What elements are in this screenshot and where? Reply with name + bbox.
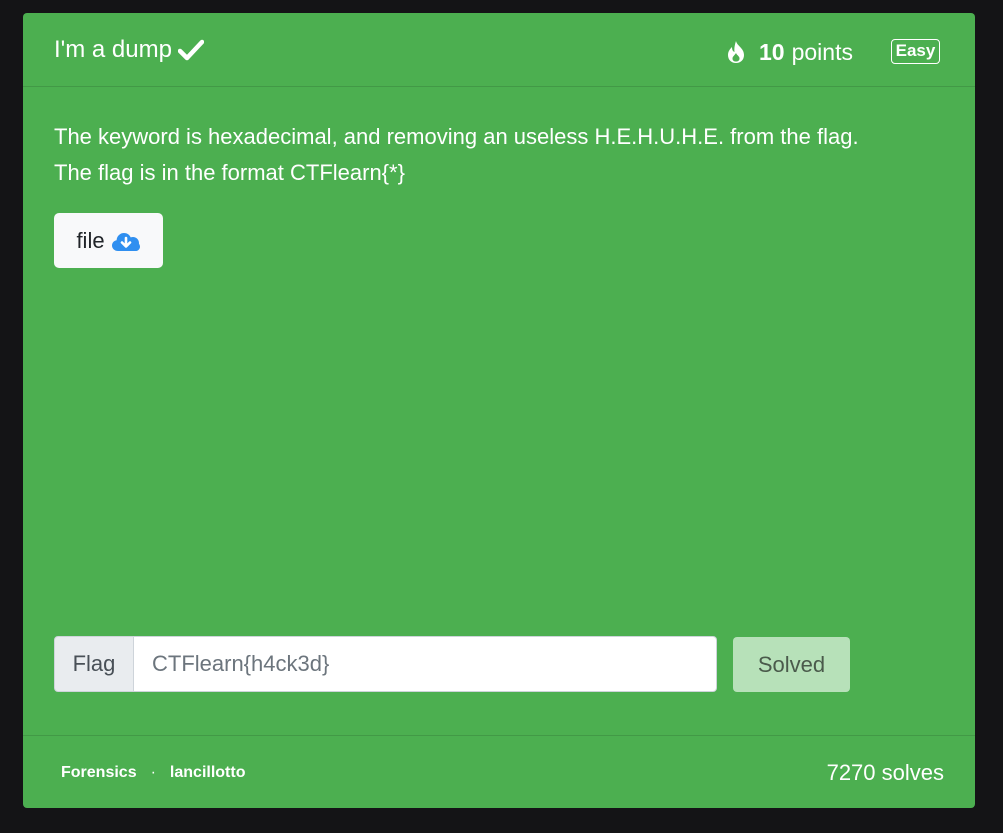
download-file-button[interactable]: file xyxy=(54,213,163,268)
description-line: The keyword is hexadecimal, and removing… xyxy=(54,124,859,149)
flag-label: Flag xyxy=(54,636,134,692)
card-header: I'm a dump 10 points Easy xyxy=(23,13,975,87)
challenge-title: I'm a dump xyxy=(54,35,204,65)
solves-count: 7270 solves xyxy=(826,760,944,785)
solved-button[interactable]: Solved xyxy=(733,637,850,692)
flag-input[interactable] xyxy=(134,636,717,692)
challenge-title-text: I'm a dump xyxy=(54,36,172,63)
challenge-meta: Forensics · lancillotto xyxy=(61,764,245,782)
check-icon xyxy=(177,39,204,61)
file-button-label: file xyxy=(76,227,105,253)
description-line: The flag is in the format CTFlearn{*} xyxy=(54,160,405,185)
author-link[interactable]: lancillotto xyxy=(170,764,246,782)
points-value: 10 xyxy=(759,38,785,65)
points-display: 10 points xyxy=(725,37,853,67)
flag-input-group: Flag xyxy=(54,636,717,692)
difficulty-badge: Easy xyxy=(891,39,940,64)
challenge-description: The keyword is hexadecimal, and removing… xyxy=(54,119,934,191)
fire-icon xyxy=(728,41,744,63)
meta-separator: · xyxy=(150,764,156,781)
challenge-card: I'm a dump 10 points Easy The keyword is… xyxy=(23,13,975,808)
cloud-download-icon xyxy=(111,232,140,251)
card-footer: Forensics · lancillotto 7270 solves xyxy=(23,735,975,809)
points-label: points xyxy=(791,38,853,65)
category-link[interactable]: Forensics xyxy=(61,764,137,782)
